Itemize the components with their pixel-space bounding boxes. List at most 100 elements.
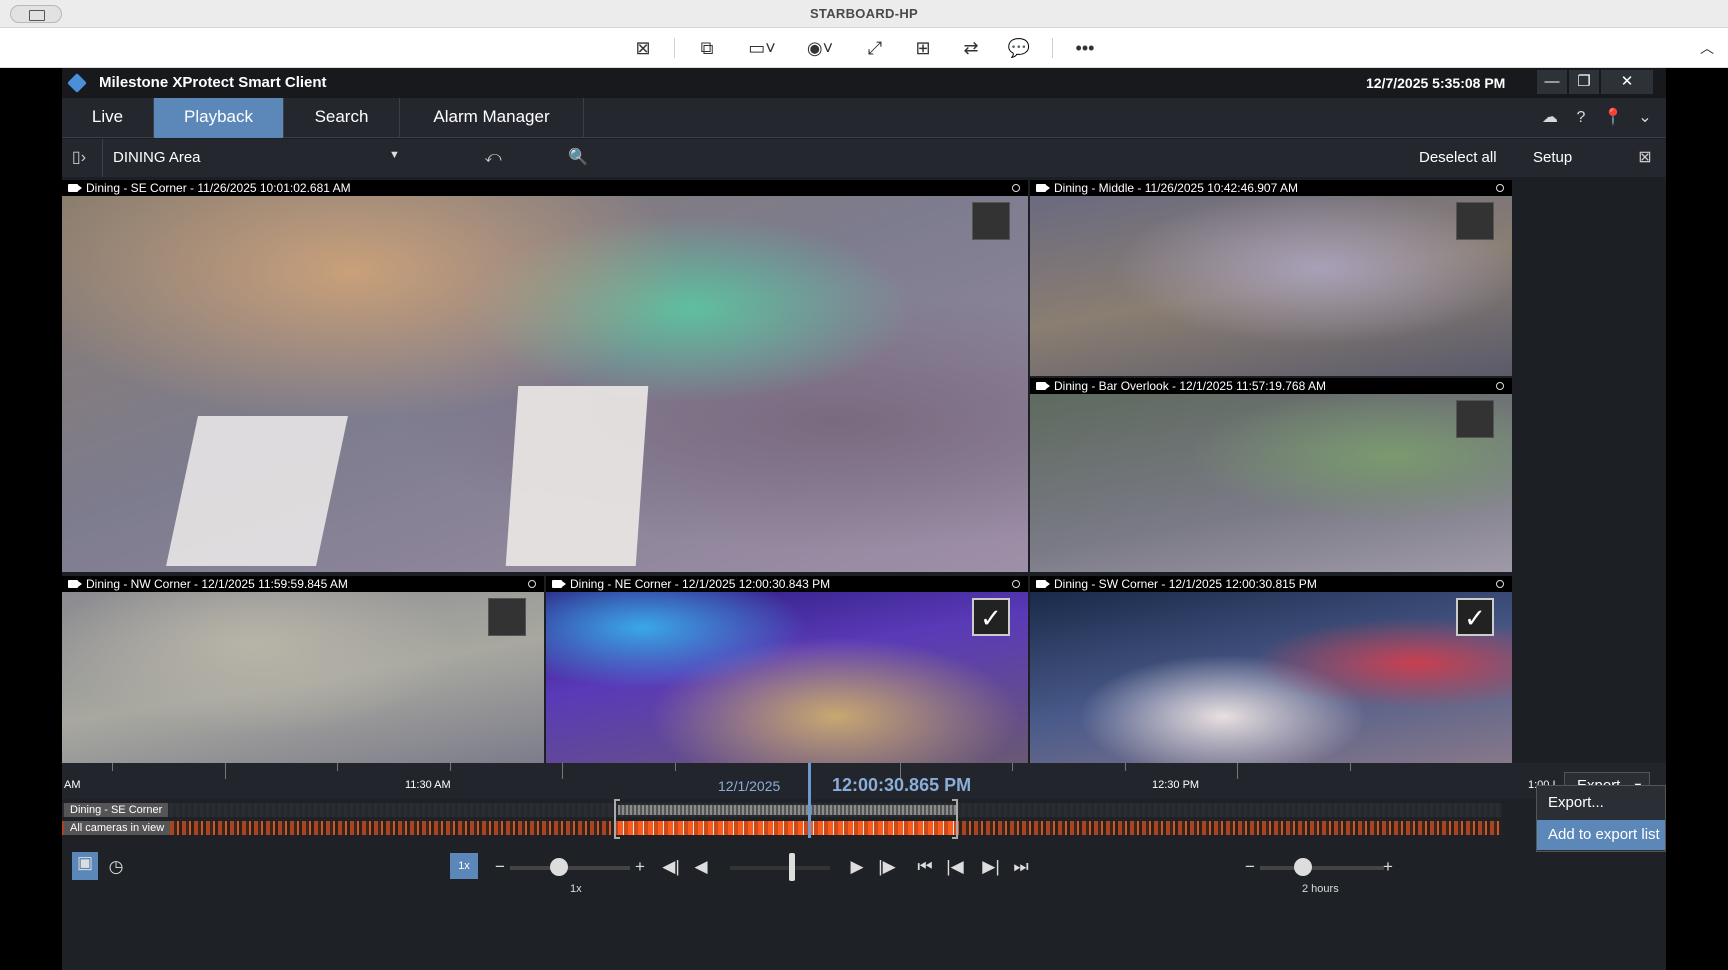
- status-dot-icon: [1012, 580, 1020, 588]
- export-menu-item[interactable]: Export...: [1537, 788, 1665, 818]
- selection-end-handle[interactable]: [952, 799, 958, 839]
- camera-tile[interactable]: Dining - NW Corner - 12/1/2025 11:59:59.…: [62, 576, 544, 770]
- playhead[interactable]: [808, 763, 811, 838]
- selection-start-handle[interactable]: [614, 799, 620, 839]
- zoom-in-icon[interactable]: +: [1380, 856, 1396, 878]
- fullscreen-icon[interactable]: ⤢: [862, 35, 888, 61]
- close-button[interactable]: ✕: [1601, 70, 1653, 94]
- more-icon[interactable]: •••: [1072, 35, 1098, 61]
- tab-playback[interactable]: Playback: [154, 98, 284, 138]
- collapse-icon[interactable]: ︿: [1700, 38, 1714, 58]
- camera-icon: [68, 184, 82, 192]
- tab-alarm-manager[interactable]: Alarm Manager: [400, 98, 584, 138]
- video-feed: [62, 196, 1028, 572]
- track-label: All cameras in view: [64, 821, 171, 835]
- next-sequence-icon[interactable]: ▶|: [980, 856, 1002, 878]
- help-icon[interactable]: ?: [1570, 107, 1592, 129]
- camera-icon: [1036, 184, 1050, 192]
- video-feed: [1030, 394, 1512, 572]
- video-feed: [1030, 196, 1512, 376]
- setup-button[interactable]: Setup: [1533, 149, 1572, 166]
- select-checkbox[interactable]: ✓: [1456, 598, 1494, 636]
- monitor-switch-icon[interactable]: ⧉: [694, 35, 720, 61]
- time-label: AM: [64, 779, 81, 791]
- transfer-icon[interactable]: ⇄: [958, 35, 984, 61]
- camera-tile[interactable]: Dining - Middle - 11/26/2025 10:42:46.90…: [1030, 180, 1512, 376]
- camera-track[interactable]: Dining - SE Corner: [62, 803, 1502, 817]
- camera-label: Dining - Middle - 11/26/2025 10:42:46.90…: [1054, 181, 1298, 195]
- remote-titlebar: STARBOARD-HP: [0, 0, 1728, 28]
- camera-tile[interactable]: Dining - Bar Overlook - 12/1/2025 11:57:…: [1030, 378, 1512, 572]
- minimize-button[interactable]: —: [1537, 70, 1567, 94]
- chevron-down-icon[interactable]: ⌄: [1634, 107, 1656, 129]
- screen-icon[interactable]: ⊠: [630, 35, 656, 61]
- search-view-icon[interactable]: 🔍: [567, 147, 589, 169]
- camera-header: Dining - NE Corner - 12/1/2025 12:00:30.…: [546, 576, 1028, 592]
- view-toolbar: ▯› DINING Area ▼ ⤺ 🔍 Deselect all Setup …: [62, 139, 1666, 177]
- tab-search[interactable]: Search: [284, 98, 400, 138]
- next-frame-icon[interactable]: |▶: [876, 856, 898, 878]
- play-icon[interactable]: ▶: [846, 856, 868, 878]
- camera-header: Dining - Middle - 11/26/2025 10:42:46.90…: [1030, 180, 1512, 196]
- playback-mode-icon[interactable]: ▣: [72, 852, 98, 880]
- play-reverse-icon[interactable]: ◀: [690, 856, 712, 878]
- status-dot-icon: [528, 580, 536, 588]
- timeline-date: 12/1/2025: [718, 778, 781, 794]
- last-sequence-icon[interactable]: ⏭: [1010, 856, 1032, 878]
- scale-icon[interactable]: ⊞: [910, 35, 936, 61]
- eye-icon[interactable]: ◉˅: [802, 35, 838, 61]
- app-name: Milestone XProtect Smart Client: [99, 74, 327, 91]
- pane-toggle-icon[interactable]: ▯›: [68, 147, 90, 169]
- all-cameras-track[interactable]: All cameras in view: [62, 821, 1502, 835]
- select-checkbox[interactable]: [1456, 400, 1494, 438]
- status-dot-icon: [1496, 382, 1504, 390]
- camera-header: Dining - SE Corner - 11/26/2025 10:01:02…: [62, 180, 1028, 196]
- playback-controls: ▣ ◷ 1x − + 1x ◀| ◀ ▶ |▶ ⏮ |◀ ▶| ⏭ − + 2 …: [62, 845, 1666, 895]
- select-checkbox[interactable]: [1456, 202, 1494, 240]
- status-dot-icon: [1012, 184, 1020, 192]
- milestone-logo-icon: [67, 73, 87, 93]
- add-to-export-list-menu-item[interactable]: Add to export list: [1537, 820, 1665, 850]
- status-icon[interactable]: ☁: [1539, 107, 1561, 129]
- track-label: Dining - SE Corner: [64, 803, 169, 817]
- first-sequence-icon[interactable]: ⏮: [914, 856, 936, 878]
- camera-tile[interactable]: Dining - NE Corner - 12/1/2025 12:00:30.…: [546, 576, 1028, 770]
- time-label: 12:30 PM: [1152, 779, 1200, 791]
- camera-tile[interactable]: Dining - SW Corner - 12/1/2025 12:00:30.…: [1030, 576, 1512, 770]
- pin-icon[interactable]: 📍: [1602, 107, 1624, 129]
- fullscreen-icon[interactable]: ⊠: [1634, 147, 1656, 169]
- status-dot-icon: [1496, 184, 1504, 192]
- speed-slider-knob[interactable]: [550, 858, 568, 876]
- timespan-slider-knob[interactable]: [1294, 858, 1312, 876]
- export-menu: Export... Add to export list: [1536, 785, 1666, 852]
- current-time: 12:00:30.865 PM: [832, 775, 972, 795]
- video-feed: [1030, 592, 1512, 770]
- tab-live[interactable]: Live: [62, 98, 154, 138]
- select-checkbox[interactable]: [972, 202, 1010, 240]
- video-feed: [62, 592, 544, 770]
- previous-sequence-icon[interactable]: |◀: [944, 856, 966, 878]
- remote-toolbar: ⊠ ⧉ ▭˅ ◉˅ ⤢ ⊞ ⇄ 💬 ••• ︿: [0, 28, 1728, 68]
- select-checkbox[interactable]: ✓: [972, 598, 1010, 636]
- speed-badge[interactable]: 1x: [450, 853, 478, 879]
- speed-slider[interactable]: [510, 866, 630, 870]
- select-checkbox[interactable]: [488, 598, 526, 636]
- chat-icon[interactable]: 💬: [1006, 35, 1032, 61]
- speed-increase-icon[interactable]: +: [632, 856, 648, 878]
- speed-decrease-icon[interactable]: −: [492, 856, 508, 878]
- reset-view-icon[interactable]: ⤺: [482, 147, 504, 169]
- jog-knob[interactable]: [789, 853, 795, 881]
- speed-label: 1x: [570, 883, 582, 895]
- display-icon[interactable]: ▭˅: [744, 35, 780, 61]
- zoom-out-icon[interactable]: −: [1242, 856, 1258, 878]
- jog-slider[interactable]: [730, 866, 830, 870]
- view-selector[interactable]: DINING Area ▼: [102, 139, 400, 177]
- clock-icon[interactable]: ◷: [104, 856, 128, 878]
- restore-button[interactable]: ❐: [1569, 70, 1599, 94]
- time-ruler[interactable]: AM 11:30 AM 12/1/2025 12:00:30.865 PM 12…: [62, 763, 1666, 800]
- previous-frame-icon[interactable]: ◀|: [660, 856, 682, 878]
- timespan-slider[interactable]: [1260, 866, 1384, 870]
- camera-tile[interactable]: Dining - SE Corner - 11/26/2025 10:01:02…: [62, 180, 1028, 572]
- time-label: 11:30 AM: [405, 779, 451, 791]
- deselect-all-button[interactable]: Deselect all: [1419, 149, 1497, 166]
